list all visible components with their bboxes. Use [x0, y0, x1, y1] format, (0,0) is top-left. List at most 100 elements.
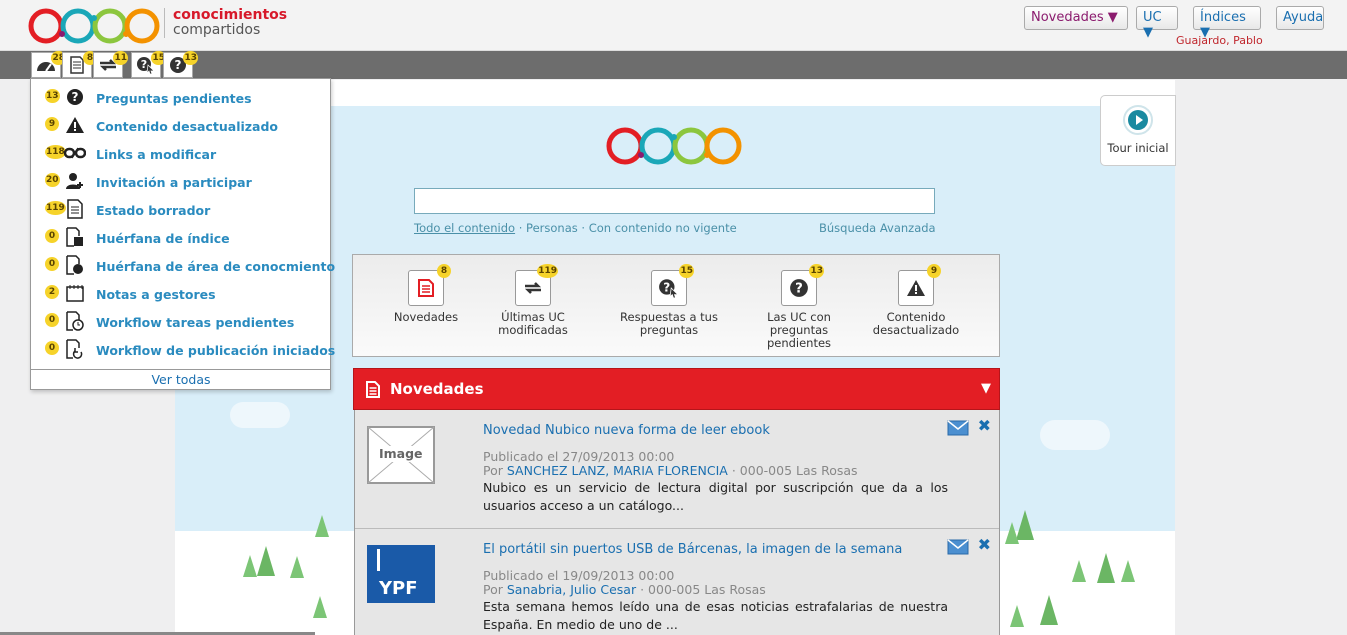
dropdown-item-huerfana-area[interactable]: 0 Huérfana de área de conocmiento [31, 250, 335, 278]
shortcut-novedades[interactable]: 8 Novedades [366, 264, 486, 324]
novedades-menu[interactable]: Novedades ▼ [1024, 6, 1128, 30]
toolbar-answers-button[interactable]: ? 15 [131, 51, 166, 78]
author-link[interactable]: SANCHEZ LANZ, MARIA FLORENCIA [507, 463, 728, 478]
warning-icon [907, 280, 925, 296]
item-badge: 9 [45, 117, 59, 131]
email-icon[interactable] [947, 539, 969, 555]
orphan-area-icon [64, 255, 86, 275]
news-location: · 000-005 Las Rosas [640, 582, 766, 597]
filter-separator: · [518, 221, 527, 235]
refresh-icon [524, 282, 542, 294]
workflow-publish-icon [64, 339, 86, 359]
filter-vigente-link[interactable]: Con contenido no vigente [589, 221, 737, 235]
news-title-link[interactable]: Novedad Nubico nueva forma de leer ebook [483, 423, 770, 438]
toolbar-documents-button[interactable]: 8 [62, 51, 97, 78]
item-badge: 0 [45, 257, 59, 271]
item-label: Huérfana de área de conocmiento [96, 259, 336, 274]
email-icon[interactable] [947, 420, 969, 436]
dropdown-item-huerfana-indice[interactable]: 0 Huérfana de índice [31, 222, 331, 250]
shortcut-badge: 119 [537, 264, 558, 278]
dropdown-item-invitacion[interactable]: 20 Invitación a participar [31, 166, 331, 194]
news-location: · 000-005 Las Rosas [731, 463, 858, 478]
novedades-list: Image Novedad Nubico nueva forma de leer… [354, 410, 1000, 635]
item-label: Estado borrador [96, 203, 211, 218]
dropdown-item-desactualizado[interactable]: 9 Contenido desactualizado [31, 110, 331, 138]
broken-link-icon [64, 143, 86, 163]
shortcut-respuestas[interactable]: ? 15 Respuestas a tus preguntas [609, 264, 729, 337]
document-icon [418, 279, 434, 297]
svg-text:?: ? [663, 280, 670, 294]
shortcut-label: Últimas UC modificadas [498, 310, 568, 337]
toolbar-questions-button[interactable]: ? 13 [163, 51, 198, 78]
orphan-index-icon [64, 227, 86, 247]
tour-inicial-button[interactable]: Tour inicial [1100, 95, 1176, 166]
item-label: Notas a gestores [96, 287, 216, 302]
shortcut-badge: 9 [927, 264, 941, 278]
close-icon[interactable]: ✖ [978, 535, 991, 554]
collapse-arrow-icon[interactable]: ▼ [981, 381, 991, 396]
uc-menu[interactable]: UC ▼ [1136, 6, 1178, 40]
ayuda-button[interactable]: Ayuda [1276, 6, 1324, 30]
shortcut-uc-preguntas[interactable]: ? 13 Las UC con preguntas pendientes [739, 264, 859, 350]
tree-decoration [1121, 560, 1135, 582]
thumbnail-label: YPF [379, 578, 418, 599]
warning-icon [64, 115, 86, 135]
shortcut-ultimas-uc[interactable]: 119 Últimas UC modificadas [473, 264, 593, 337]
tour-label: Tour inicial [1107, 141, 1169, 155]
advanced-search-link[interactable]: Búsqueda Avanzada [819, 221, 936, 235]
tree-decoration [1072, 560, 1086, 582]
item-label: Preguntas pendientes [96, 91, 252, 106]
thumbnail-label: Image [379, 446, 423, 461]
news-description: Esta semana hemos leído una de esas noti… [483, 599, 948, 632]
toolbar-dashboard-button[interactable]: 28 [31, 51, 66, 78]
item-badge: 118 [45, 145, 66, 159]
tree-decoration [315, 515, 329, 537]
shortcut-badge: 13 [809, 264, 824, 278]
item-badge: 0 [45, 313, 59, 327]
dropdown-item-links[interactable]: 118 Links a modificar [31, 138, 331, 166]
shortcut-badge: 8 [437, 264, 451, 278]
coco-logo[interactable] [28, 6, 160, 46]
search-input[interactable] [414, 188, 935, 214]
indices-menu[interactable]: Índices ▼ [1193, 6, 1261, 40]
cloud-decoration [1040, 420, 1110, 450]
item-label: Contenido desactualizado [96, 119, 279, 134]
ver-todas-link[interactable]: Ver todas [31, 369, 331, 390]
dropdown-item-borrador[interactable]: 119 Estado borrador [31, 194, 331, 222]
dropdown-item-workflow-publicacion[interactable]: 0 Workflow de publicación iniciados [31, 334, 335, 362]
list-item: YPF El portátil sin puertos USB de Bárce… [355, 529, 999, 635]
news-title-link[interactable]: El portátil sin puertos USB de Bárcenas,… [483, 542, 902, 557]
dropdown-item-preguntas[interactable]: 13 ? Preguntas pendientes [31, 82, 331, 110]
document-icon [366, 380, 380, 398]
news-published: Publicado el 19/09/2013 00:00 [483, 568, 675, 583]
item-badge: 13 [45, 89, 60, 103]
author-link[interactable]: Sanabria, Julio Cesar [507, 582, 636, 597]
cloud-decoration [230, 402, 290, 428]
shortcut-desactualizado[interactable]: 9 Contenido desactualizado [856, 264, 976, 337]
shortcut-label: Respuestas a tus preguntas [620, 310, 718, 337]
close-icon[interactable]: ✖ [978, 416, 991, 435]
dropdown-item-notas[interactable]: 2 Notas a gestores [31, 278, 331, 306]
tree-decoration [257, 546, 275, 576]
tree-decoration [1097, 553, 1115, 583]
novedades-panel-header[interactable]: Novedades ▼ [353, 368, 1000, 410]
tree-decoration [1005, 522, 1019, 544]
shortcut-label: Contenido desactualizado [872, 310, 960, 337]
filter-people-link[interactable]: Personas [526, 221, 578, 235]
brand-line1: conocimientos [173, 7, 288, 23]
draft-document-icon [64, 199, 86, 219]
dropdown-item-workflow-tareas[interactable]: 0 Workflow tareas pendientes [31, 306, 331, 334]
workflow-clock-icon [64, 311, 86, 331]
coco-logo-center [606, 127, 742, 165]
user-name[interactable]: Guajardo, Pablo [1176, 34, 1263, 47]
toolbar [0, 51, 1347, 79]
news-published: Publicado el 27/09/2013 00:00 [483, 449, 675, 464]
news-description: Nubico es un servicio de lectura digital… [483, 480, 948, 513]
filter-all-content-link[interactable]: Todo el contenido [414, 221, 515, 235]
brand-line2: compartidos [173, 22, 261, 38]
item-badge: 2 [45, 285, 59, 299]
toolbar-refresh-button[interactable]: 11 [93, 51, 128, 78]
tree-decoration [290, 556, 304, 578]
question-cursor-icon: ? [659, 279, 679, 298]
por-label: Por [483, 582, 503, 597]
